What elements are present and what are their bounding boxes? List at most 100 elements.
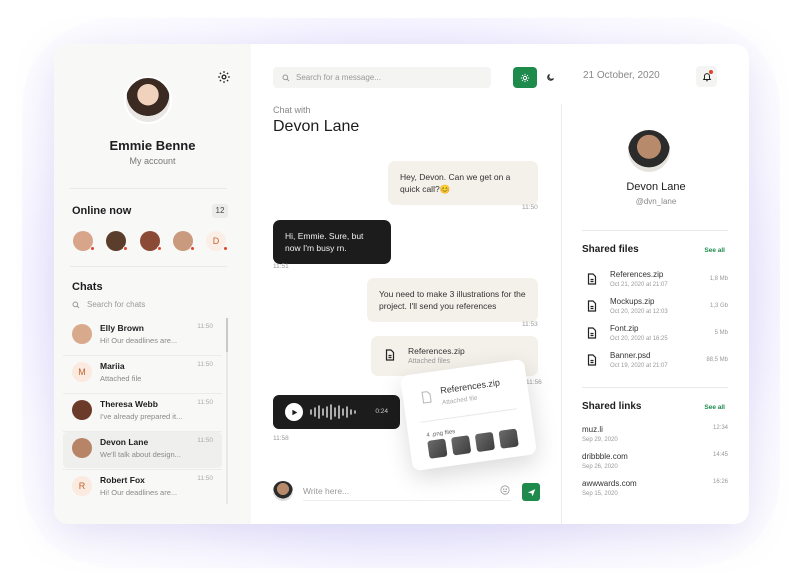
file-name: Mockups.zip: [610, 297, 655, 306]
avatar: R: [72, 476, 92, 496]
chat-list-item[interactable]: Theresa Webb I've already prepared it... 1…: [63, 394, 222, 430]
chats-title: Chats: [72, 281, 103, 293]
online-user-avatar[interactable]: D: [206, 231, 228, 251]
chat-time: 11:50: [197, 361, 213, 368]
message-time: 11:51: [273, 263, 289, 270]
file-date: Oct 20, 2020 at 12:03: [610, 309, 668, 315]
shared-file-row[interactable]: Font.zip Oct 20, 2020 at 16:25 5 Mb: [582, 324, 728, 346]
file-size: 1,3 Gb: [709, 303, 728, 309]
chat-name: Devon Lane: [100, 437, 149, 447]
play-button[interactable]: [285, 403, 303, 421]
message-bubble: You need to make 3 illustrations for the…: [367, 278, 538, 322]
chat-preview: Hi! Our deadlines are...: [100, 488, 178, 497]
online-user-avatar[interactable]: [173, 231, 195, 251]
file-icon: [587, 273, 597, 285]
sun-icon: [520, 73, 530, 82]
waveform-icon: [310, 404, 356, 420]
voice-message[interactable]: 0:24: [273, 395, 400, 429]
light-mode-button[interactable]: [513, 67, 537, 88]
online-user-avatar[interactable]: [73, 231, 95, 251]
file-icon: [587, 354, 597, 366]
link-time: 16:26: [712, 479, 728, 485]
chat-list-item[interactable]: Elly Brown Hi! Our deadlines are... 11:50: [63, 318, 222, 354]
message-time: 11:50: [522, 204, 538, 211]
divider: [582, 230, 728, 231]
chat-list-item[interactable]: M Mariia Attached file 11:50: [63, 356, 222, 392]
see-all-links-link[interactable]: See all: [704, 404, 725, 411]
chat-title: Devon Lane: [273, 118, 360, 135]
chat-preview: Hi! Our deadlines are...: [100, 336, 178, 345]
file-name: References.zip: [610, 270, 664, 279]
send-button[interactable]: [522, 483, 540, 501]
divider: [70, 266, 227, 267]
play-icon: [291, 409, 297, 415]
message-input-placeholder: Write here...: [303, 485, 350, 496]
link-name: dribbble.com: [582, 452, 628, 461]
shared-link-row[interactable]: dribbble.com Sep 26, 2020 14:45: [582, 452, 728, 476]
shared-file-row[interactable]: References.zip Oct 21, 2020 at 21:07 1,8 M…: [582, 270, 728, 292]
chat-preview: We'll talk about design...: [100, 450, 181, 459]
file-message-sub: Attached files: [408, 358, 451, 365]
chat-preview: I've already prepared it...: [100, 412, 183, 421]
image-thumbnail[interactable]: [498, 428, 519, 449]
link-date: Sep 29, 2020: [582, 437, 618, 443]
profile-name: Devon Lane: [626, 181, 686, 193]
shared-links-title: Shared links: [582, 401, 642, 412]
divider: [70, 188, 227, 189]
online-status-dot: [190, 246, 195, 251]
divider: [420, 408, 517, 423]
popup-file-name: References.zip: [439, 377, 501, 396]
my-account-link[interactable]: My account: [54, 156, 251, 166]
link-time: 12:34: [712, 425, 728, 431]
chat-time: 11:50: [197, 437, 213, 444]
chat-list-item[interactable]: R Robert Fox Hi! Our deadlines are... 11:50: [63, 470, 222, 506]
app-window: Emmie Benne My account Online now 12 D C…: [54, 44, 749, 524]
message-time: 11:56: [526, 379, 542, 386]
shared-file-row[interactable]: Banner.psd Oct 19, 2020 at 21:07 88,5 Mb: [582, 351, 728, 373]
popup-file-sub: Attached file: [441, 394, 479, 407]
file-icon: [587, 300, 597, 312]
emoji-icon[interactable]: [500, 485, 510, 495]
avatar[interactable]: [124, 76, 172, 124]
image-thumbnail[interactable]: [474, 431, 496, 453]
file-date: Oct 21, 2020 at 21:07: [610, 282, 668, 288]
chat-search[interactable]: Search for chats: [72, 300, 145, 309]
gear-icon[interactable]: [217, 70, 231, 84]
chat-list-item[interactable]: Devon Lane We'll talk about design... 11:5…: [63, 432, 222, 468]
link-time: 14:45: [712, 452, 728, 458]
chat-list-scrollbar[interactable]: [226, 318, 228, 504]
file-size: 5 Mb: [714, 330, 728, 336]
chat-name: Elly Brown: [100, 323, 144, 333]
file-size: 88,5 Mb: [706, 357, 728, 363]
profile-panel: Devon Lane @dvn_lane Shared files See al…: [561, 104, 749, 524]
image-thumbnail[interactable]: [427, 438, 448, 459]
shared-file-row[interactable]: Mockups.zip Oct 20, 2020 at 12:03 1,3 Gb: [582, 297, 728, 319]
file-preview-popup[interactable]: References.zip Attached file 4 .png file…: [399, 358, 538, 472]
message-input[interactable]: Write here...: [303, 481, 511, 501]
search-icon: [72, 301, 80, 308]
online-user-avatar[interactable]: [140, 231, 162, 251]
avatar: M: [72, 362, 92, 382]
notifications-button[interactable]: [696, 66, 717, 87]
message-time: 11:58: [273, 435, 289, 442]
shared-link-row[interactable]: awwwards.com Sep 15, 2020 16:26: [582, 479, 728, 503]
chat-panel: Search for a message... Chat with Devon …: [251, 44, 561, 524]
online-user-avatar[interactable]: [106, 231, 128, 251]
online-count-badge: 12: [212, 204, 228, 218]
link-name: awwwards.com: [582, 479, 637, 488]
message-search-placeholder: Search for a message...: [296, 73, 381, 82]
link-date: Sep 26, 2020: [582, 464, 618, 470]
chat-time: 11:50: [197, 323, 213, 330]
user-name: Emmie Benne: [109, 138, 196, 153]
avatar: [273, 481, 293, 501]
image-thumbnail[interactable]: [450, 435, 472, 456]
chat-search-placeholder: Search for chats: [87, 300, 146, 309]
online-status-dot: [123, 246, 128, 251]
shared-link-row[interactable]: muz.li Sep 29, 2020 12:34: [582, 425, 728, 449]
dark-mode-button[interactable]: [538, 67, 562, 88]
see-all-files-link[interactable]: See all: [704, 247, 725, 254]
scrollbar-thumb[interactable]: [226, 318, 228, 352]
file-icon: [385, 349, 395, 361]
chat-preview: Attached file: [100, 374, 142, 383]
message-search-input[interactable]: Search for a message...: [273, 67, 491, 88]
